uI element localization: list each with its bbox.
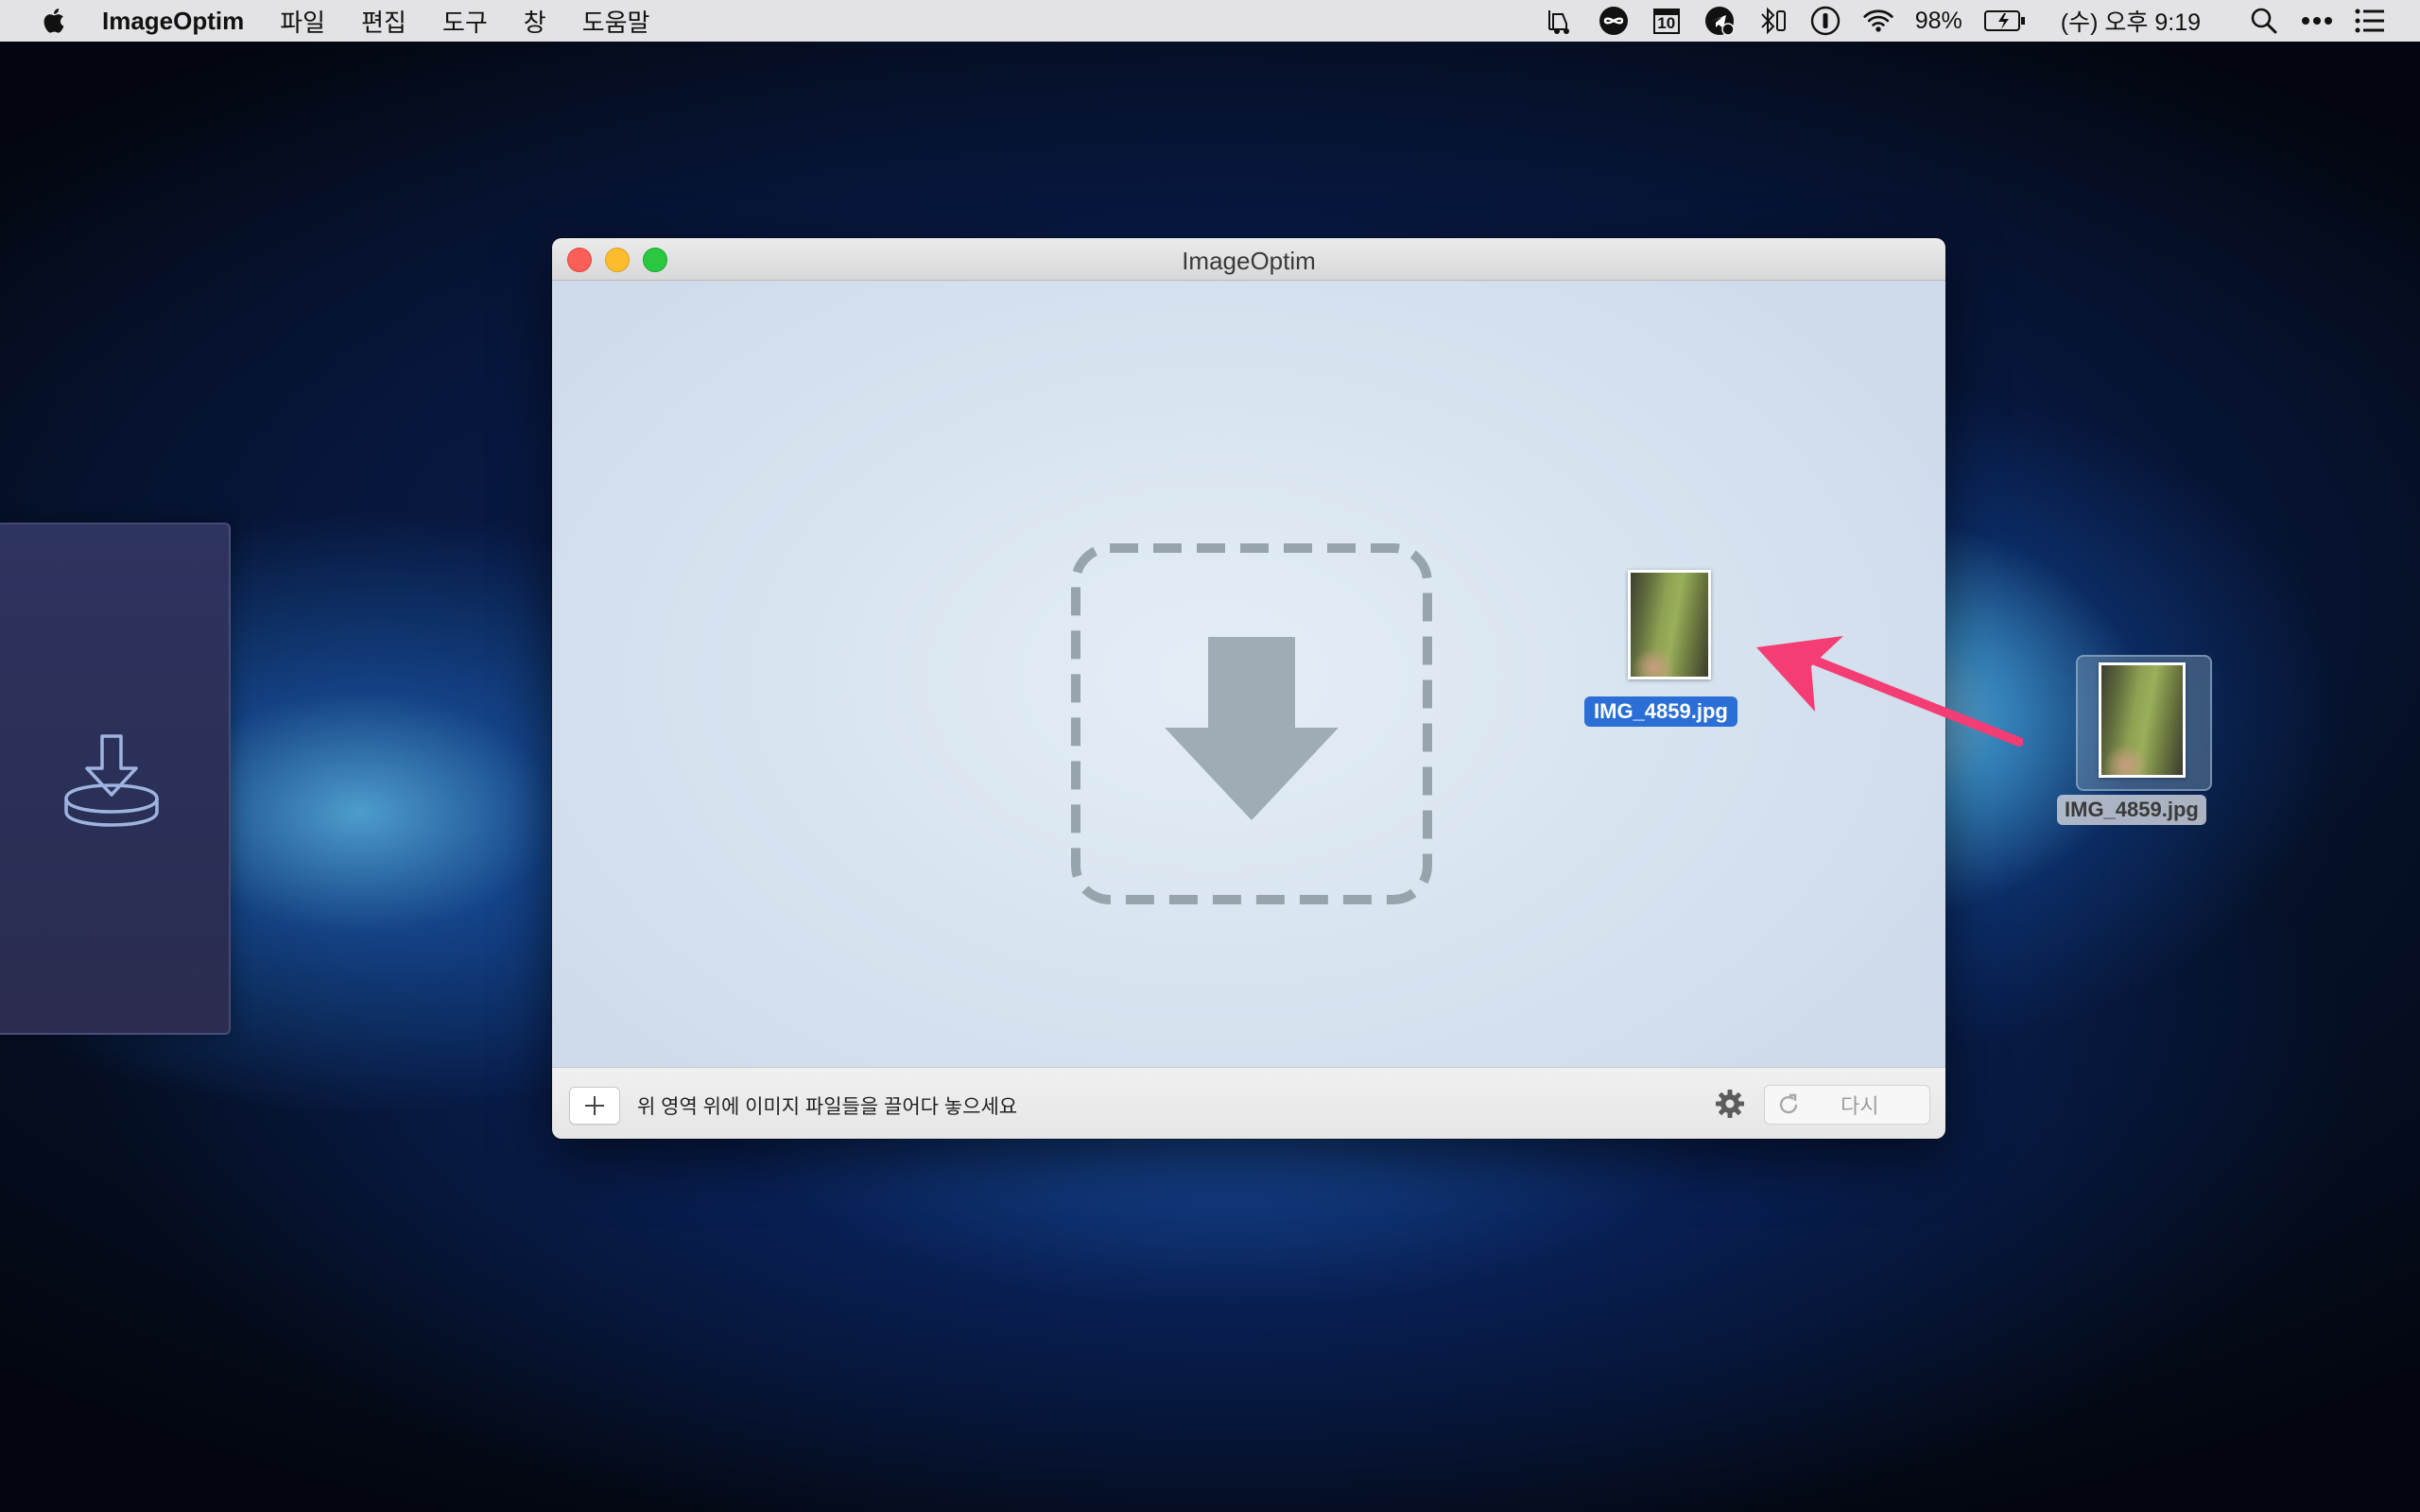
battery-icon[interactable] <box>1983 5 2027 37</box>
image-thumbnail <box>1628 570 1711 679</box>
calendar-day: 10 <box>1657 14 1676 32</box>
battery-percent[interactable]: 98% <box>1915 8 1962 35</box>
telegram-icon[interactable] <box>1703 5 1736 37</box>
drop-hint-text: 위 영역 위에 이미지 파일들을 끌어다 놓으세요 <box>637 1096 1018 1118</box>
imageoptim-window: ImageOptim 위 영역 위에 이미지 파일들을 끌어다 놓으세요 다시 <box>552 238 1945 1139</box>
window-title: ImageOptim <box>1182 247 1316 275</box>
window-footer: 위 영역 위에 이미지 파일들을 끌어다 놓으세요 다시 <box>552 1067 1945 1139</box>
status-area: 10 98% (수) 오후 9:19 <box>1545 0 2386 42</box>
drop-target-icon <box>1070 542 1433 910</box>
notification-center-icon[interactable] <box>2354 5 2386 37</box>
desktop-file-name: IMG_4859.jpg <box>2057 795 2206 825</box>
plus-icon <box>583 1094 606 1117</box>
more-icon[interactable] <box>2301 5 2333 37</box>
clock[interactable]: (수) 오후 9:19 <box>2061 4 2201 38</box>
menu-tools[interactable]: 도구 <box>442 4 488 39</box>
spotlight-icon[interactable] <box>2248 5 2280 37</box>
menu-help[interactable]: 도움말 <box>582 4 650 39</box>
menu-bar: ImageOptim 파일 편집 도구 창 도움말 10 98% (수) 오후 … <box>0 0 2420 42</box>
redo-label: 다시 <box>1841 1094 1879 1118</box>
refresh-icon <box>1776 1092 1801 1117</box>
dragged-file-name: IMG_4859.jpg <box>1584 696 1737 727</box>
redo-button[interactable]: 다시 <box>1764 1085 1930 1125</box>
annotation-arrow <box>1749 628 2024 756</box>
menu-window[interactable]: 창 <box>524 4 546 39</box>
drop-shelf-panel[interactable] <box>0 523 231 1035</box>
dragged-file[interactable] <box>1626 568 1713 681</box>
menu-app-name[interactable]: ImageOptim <box>102 7 244 36</box>
title-bar[interactable]: ImageOptim <box>552 238 1945 281</box>
infinity-icon[interactable] <box>1598 5 1630 37</box>
menu-file[interactable]: 파일 <box>280 4 325 39</box>
wifi-icon[interactable] <box>1862 5 1894 37</box>
gear-icon[interactable] <box>1715 1089 1745 1124</box>
menu-edit[interactable]: 편집 <box>361 4 406 39</box>
apple-icon[interactable] <box>38 2 72 40</box>
add-files-button[interactable] <box>569 1087 620 1125</box>
forklift-icon[interactable] <box>1545 5 1577 37</box>
drop-area[interactable] <box>552 281 1945 1067</box>
desktop-file[interactable] <box>2076 655 2212 791</box>
download-tray-icon <box>62 730 161 839</box>
calendar-icon[interactable]: 10 <box>1651 5 1683 37</box>
desktop-file-thumbnail <box>2099 662 2186 778</box>
info-icon[interactable] <box>1809 5 1841 37</box>
bluetooth-icon[interactable] <box>1756 5 1789 37</box>
